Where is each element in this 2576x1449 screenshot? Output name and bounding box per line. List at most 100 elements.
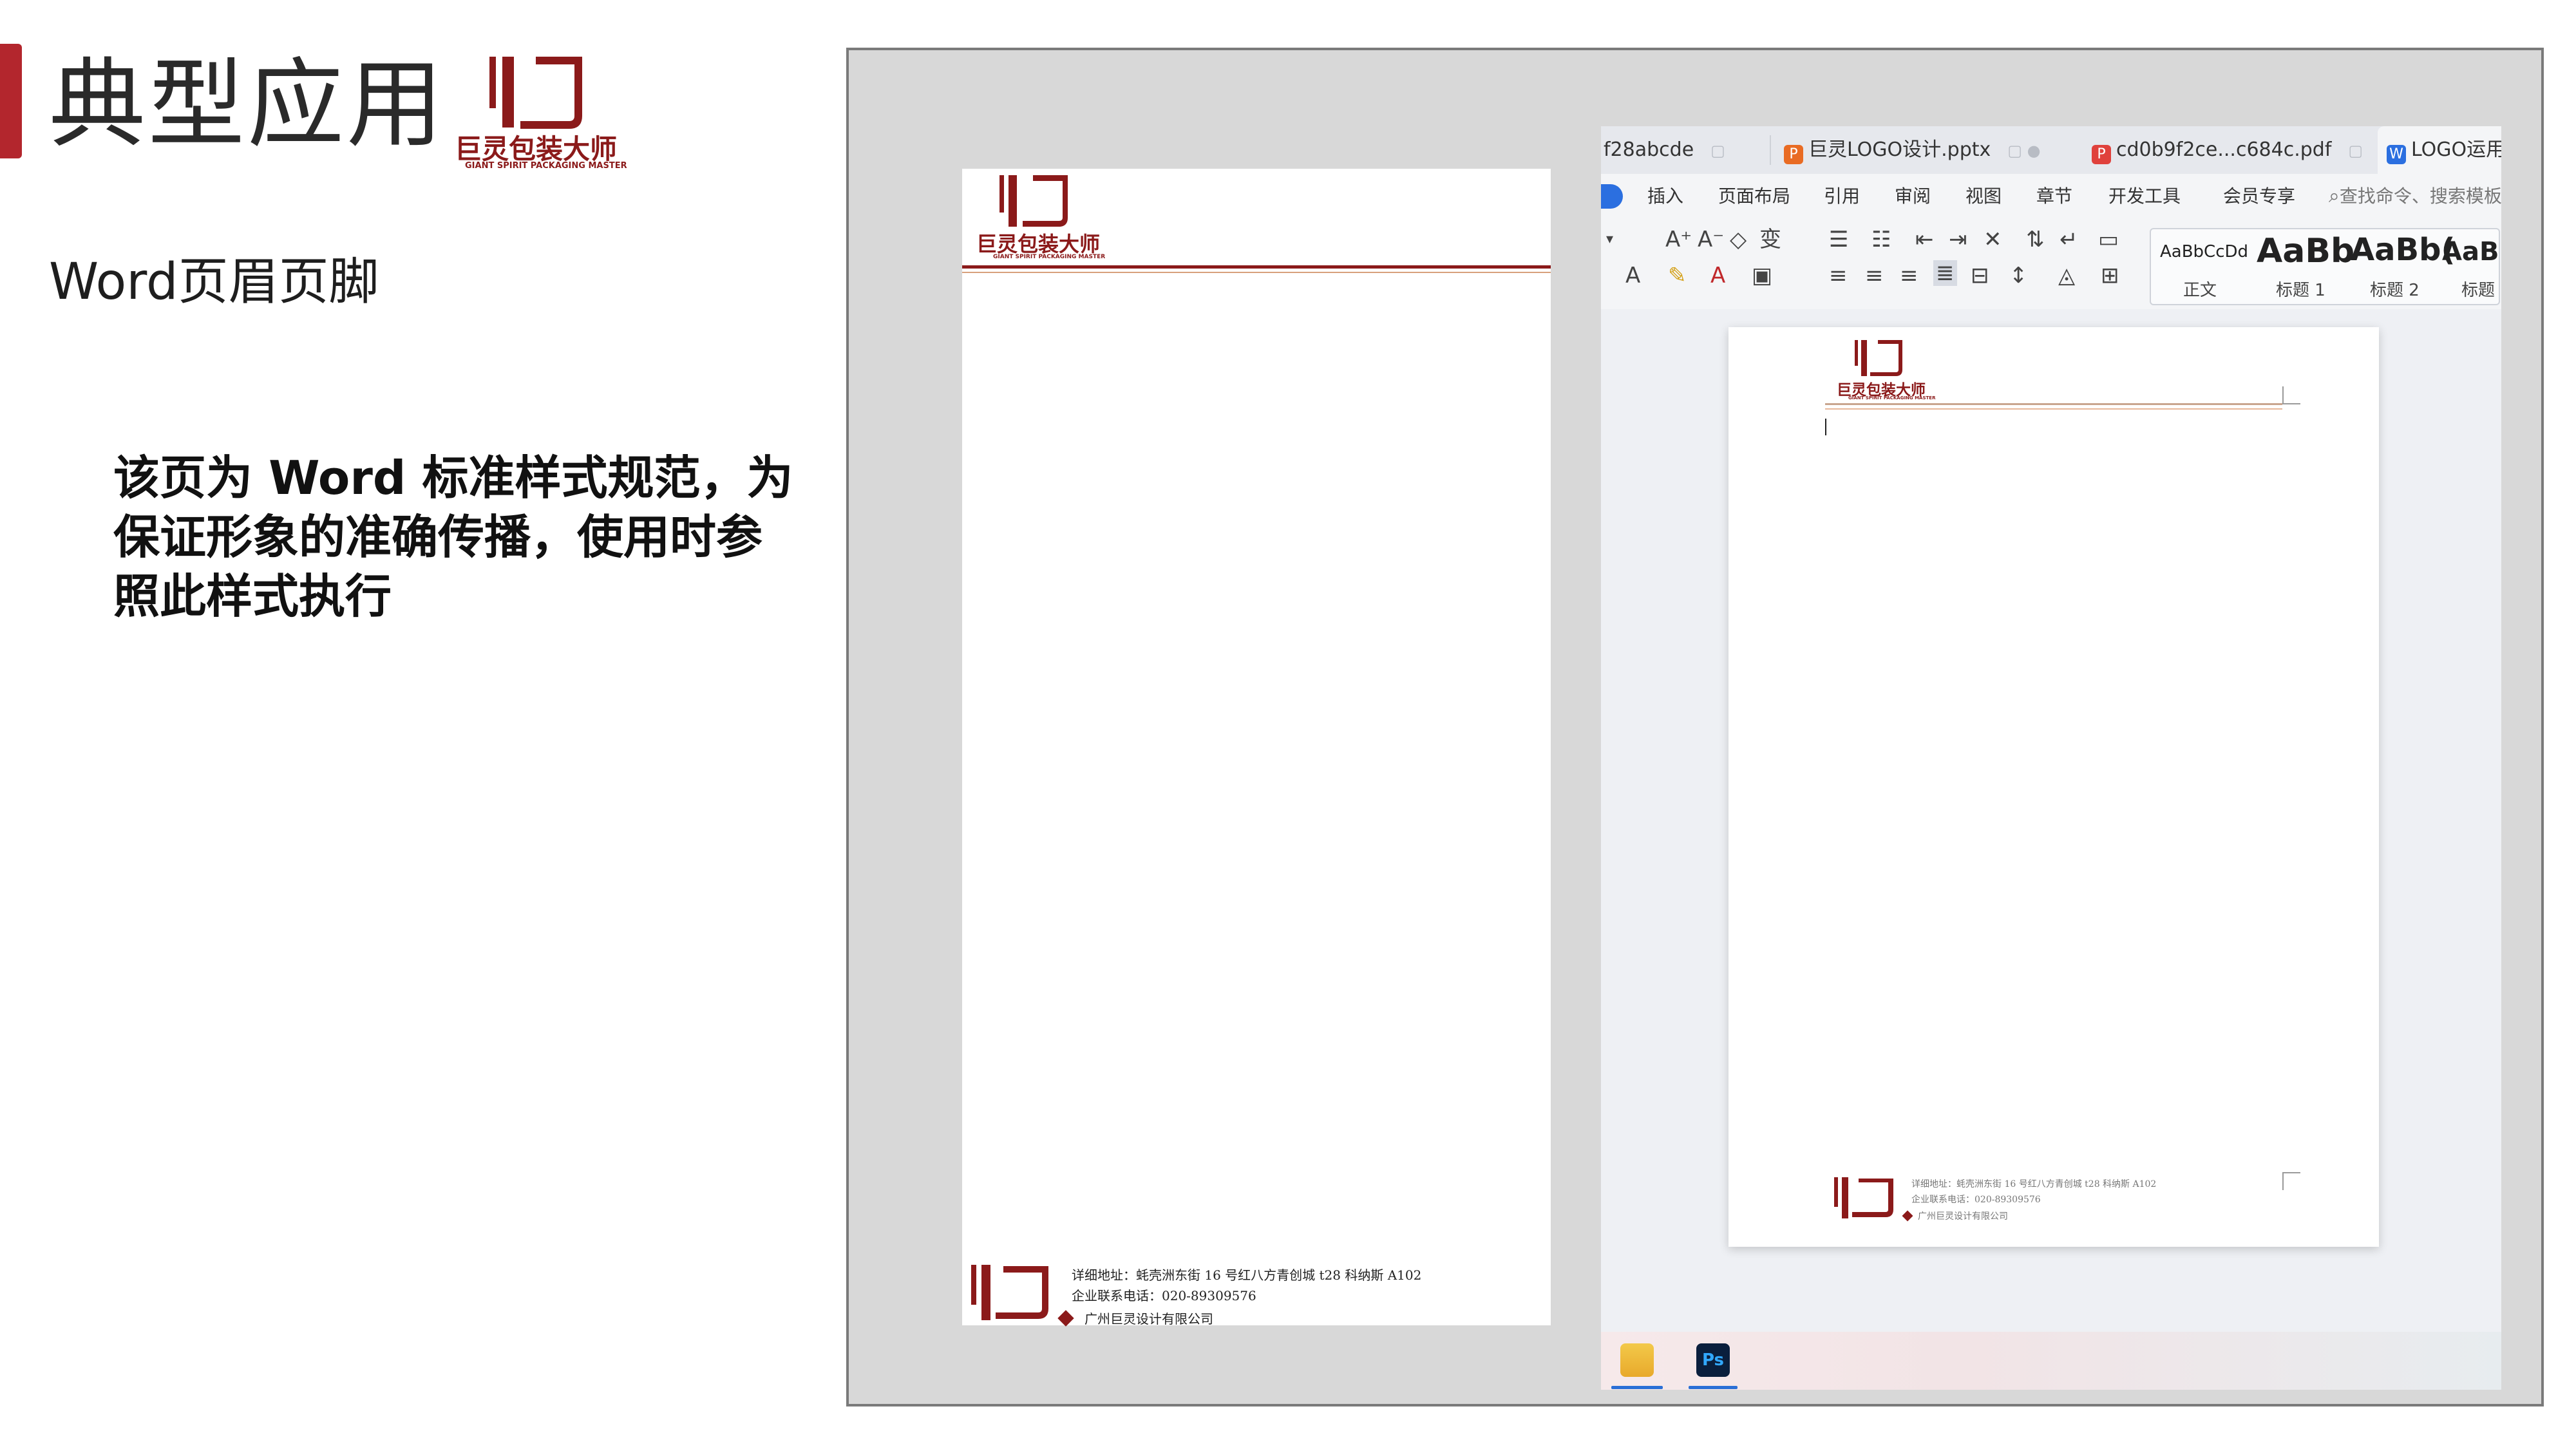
tab-label: f28abcde [1604, 138, 1694, 161]
search-box[interactable]: ⌕查找命令、搜索模板 [2329, 174, 2501, 219]
menu-developer[interactable]: 开发工具 [2108, 174, 2181, 219]
photoshop-icon[interactable]: Ps [1696, 1343, 1730, 1377]
wps-window: f28abcde ▢ P 巨灵LOGO设计.pptx ▢ ● Pcd0b9f2ce..… [1601, 126, 2501, 1390]
tab-label: 巨灵LOGO设计.pptx [1808, 138, 1991, 161]
doc-header-logo: 巨灵包装大师 GIANT SPIRIT PACKAGING MASTER [1835, 339, 1938, 410]
active-indicator [1689, 1386, 1738, 1389]
text-cursor [1825, 419, 1826, 435]
menu-page-layout[interactable]: 页面布局 [1718, 174, 1790, 219]
active-indicator [1611, 1386, 1663, 1389]
footer-diamond-icon [1057, 1310, 1074, 1327]
style-label: 标题 1 [2276, 281, 2325, 300]
style-sample: AaBb [2257, 232, 2355, 270]
style-sample: AaB [2442, 237, 2499, 267]
doc-header-rule-light [1825, 408, 2282, 410]
style-normal[interactable]: AaBbCcDd 正文 [2160, 229, 2250, 301]
document-page[interactable]: 巨灵包装大师 GIANT SPIRIT PACKAGING MASTER 详细地… [1728, 327, 2379, 1247]
start-menu-button[interactable] [1601, 184, 1623, 209]
line-spacing-icon[interactable]: ↕ [2009, 263, 2028, 289]
tab-label: cd0b9f2ce...c684c.pdf [2116, 138, 2332, 161]
menu-view[interactable]: 视图 [1965, 174, 2002, 219]
menu-bar: 插入 页面布局 引用 审阅 视图 章节 开发工具 会员专享 ⌕查找命令、搜索模板 [1601, 174, 2501, 219]
bullets-icon[interactable]: ☰ [1829, 227, 1848, 252]
pin-icon[interactable]: ▢ ● [2007, 142, 2040, 160]
tab-doc-1[interactable]: f28abcde ▢ [1604, 126, 1725, 174]
style-sample: AaBbCcDd [2160, 242, 2249, 261]
decrease-indent-icon[interactable]: ⇤ [1915, 227, 1934, 252]
clear-format-icon[interactable]: ◇ [1730, 227, 1747, 252]
footer-logo-mark-icon [971, 1265, 1048, 1320]
section-subtitle: Word页眉页脚 [49, 253, 379, 311]
logo-en-text: GIANT SPIRIT PACKAGING MASTER [1848, 395, 1936, 401]
usage-note: 该页为 Word 标准样式规范，为保证形象的准确传播，使用时参照此样式执行 [113, 451, 793, 623]
shading-icon[interactable]: ◬ [2058, 263, 2075, 289]
letterhead-logo: 巨灵包装大师 GIANT SPIRIT PACKAGING MASTER [975, 174, 1117, 270]
footer-diamond-icon [1902, 1210, 1913, 1222]
style-label: 标题 [2461, 281, 2496, 300]
logo-en-text: GIANT SPIRIT PACKAGING MASTER [993, 254, 1106, 260]
tab-divider [1770, 135, 1771, 165]
word-icon: W [2387, 145, 2406, 164]
style-label: 标题 2 [2370, 281, 2420, 300]
grow-font-icon[interactable]: A⁺ [1665, 227, 1692, 252]
sort-icon[interactable]: ⇅ [2026, 227, 2045, 252]
increase-indent-icon[interactable]: ⇥ [1949, 227, 1967, 252]
pin-icon[interactable]: ▢ [1710, 142, 1725, 160]
logo-en-text: GIANT SPIRIT PACKAGING MASTER [465, 161, 627, 171]
tab-word-active[interactable]: W LOGO运用 [2378, 126, 2501, 174]
footer-company: 广州巨灵设计有限公司 [1084, 1311, 1213, 1327]
accent-bar [0, 44, 22, 158]
taskbar: Ps [1601, 1332, 2501, 1390]
ruler-icon[interactable]: ▭ [2098, 227, 2119, 252]
tab-pdf[interactable]: Pcd0b9f2ce...c684c.pdf ▢ [2092, 126, 2363, 174]
align-center-icon[interactable]: ≡ [1865, 263, 1884, 289]
justify-icon[interactable]: ≣ [1933, 260, 1957, 286]
doc-footer-address: 详细地址：蚝壳洲东街 16 号红八方青创城 t28 科纳斯 A102 [1911, 1179, 2157, 1189]
slide-title: 典型应用 [49, 49, 446, 161]
menu-member[interactable]: 会员专享 [2223, 174, 2295, 219]
font-color-icon[interactable]: A [1710, 263, 1725, 289]
menu-section[interactable]: 章节 [2036, 174, 2072, 219]
pin-icon[interactable]: ▢ [2348, 142, 2363, 160]
header-rule [962, 265, 1551, 269]
ribbon-toolbar: ▾ A⁺ A⁻ ◇ 变 A ✎ A ▣ ☰ ☷ ⇤ ⇥ ✕ ⇅ ↵ ▭ ≡ ≡ … [1601, 219, 2501, 310]
style-label: 正文 [2183, 281, 2217, 300]
phonetic-icon[interactable]: 变 [1759, 227, 1781, 252]
align-left-icon[interactable]: ≡ [1829, 263, 1848, 289]
borders-icon[interactable]: ⊞ [2101, 263, 2119, 289]
footer-address: 详细地址：蚝壳洲东街 16 号红八方青创城 t28 科纳斯 A102 [1072, 1267, 1422, 1283]
style-title[interactable]: AaB 标题 [2442, 229, 2501, 301]
logo-mark-icon [1855, 340, 1902, 376]
menu-references[interactable]: 引用 [1824, 174, 1860, 219]
chinese-layout-icon[interactable]: ✕ [1984, 227, 2002, 252]
doc-header-rule [1825, 403, 2282, 405]
show-marks-icon[interactable]: ↵ [2060, 227, 2078, 252]
tab-pptx[interactable]: P 巨灵LOGO设计.pptx ▢ ● [1784, 126, 2041, 174]
menu-insert[interactable]: 插入 [1647, 174, 1683, 219]
style-sample: AaBb( [2351, 232, 2456, 268]
char-border-icon[interactable]: ▣ [1752, 263, 1772, 289]
doc-footer-company: 广州巨灵设计有限公司 [1918, 1211, 2008, 1222]
style-heading-2[interactable]: AaBb( 标题 2 [2351, 229, 2455, 301]
footer-logo-mark-icon [1834, 1177, 1893, 1218]
footer-phone: 企业联系电话：020-89309576 [1072, 1288, 1256, 1303]
shrink-font-icon[interactable]: A⁻ [1698, 227, 1724, 252]
ppt-icon: P [1784, 145, 1803, 164]
brand-logo: 巨灵包装大师 GIANT SPIRIT PACKAGING MASTER [451, 54, 644, 176]
letterhead-page: 巨灵包装大师 GIANT SPIRIT PACKAGING MASTER 详细地… [962, 169, 1551, 1327]
header-rule-thin [962, 272, 1551, 273]
font-size-dropdown[interactable]: ▾ [1606, 227, 1613, 252]
distribute-icon[interactable]: ⊟ [1971, 263, 1989, 289]
text-effect-icon[interactable]: A [1625, 263, 1640, 289]
search-placeholder: 查找命令、搜索模板 [2339, 185, 2501, 207]
margin-corner-mark [2282, 1172, 2300, 1190]
align-right-icon[interactable]: ≡ [1900, 263, 1918, 289]
tab-label: LOGO运用 [2411, 138, 2501, 161]
menu-review[interactable]: 审阅 [1895, 174, 1931, 219]
logo-mark-icon [489, 57, 582, 129]
numbering-icon[interactable]: ☷ [1871, 227, 1891, 252]
highlight-icon[interactable]: ✎ [1668, 263, 1687, 289]
style-heading-1[interactable]: AaBb 标题 1 [2257, 229, 2355, 301]
file-explorer-icon[interactable] [1620, 1343, 1654, 1377]
tab-bar: f28abcde ▢ P 巨灵LOGO设计.pptx ▢ ● Pcd0b9f2ce..… [1601, 126, 2501, 174]
